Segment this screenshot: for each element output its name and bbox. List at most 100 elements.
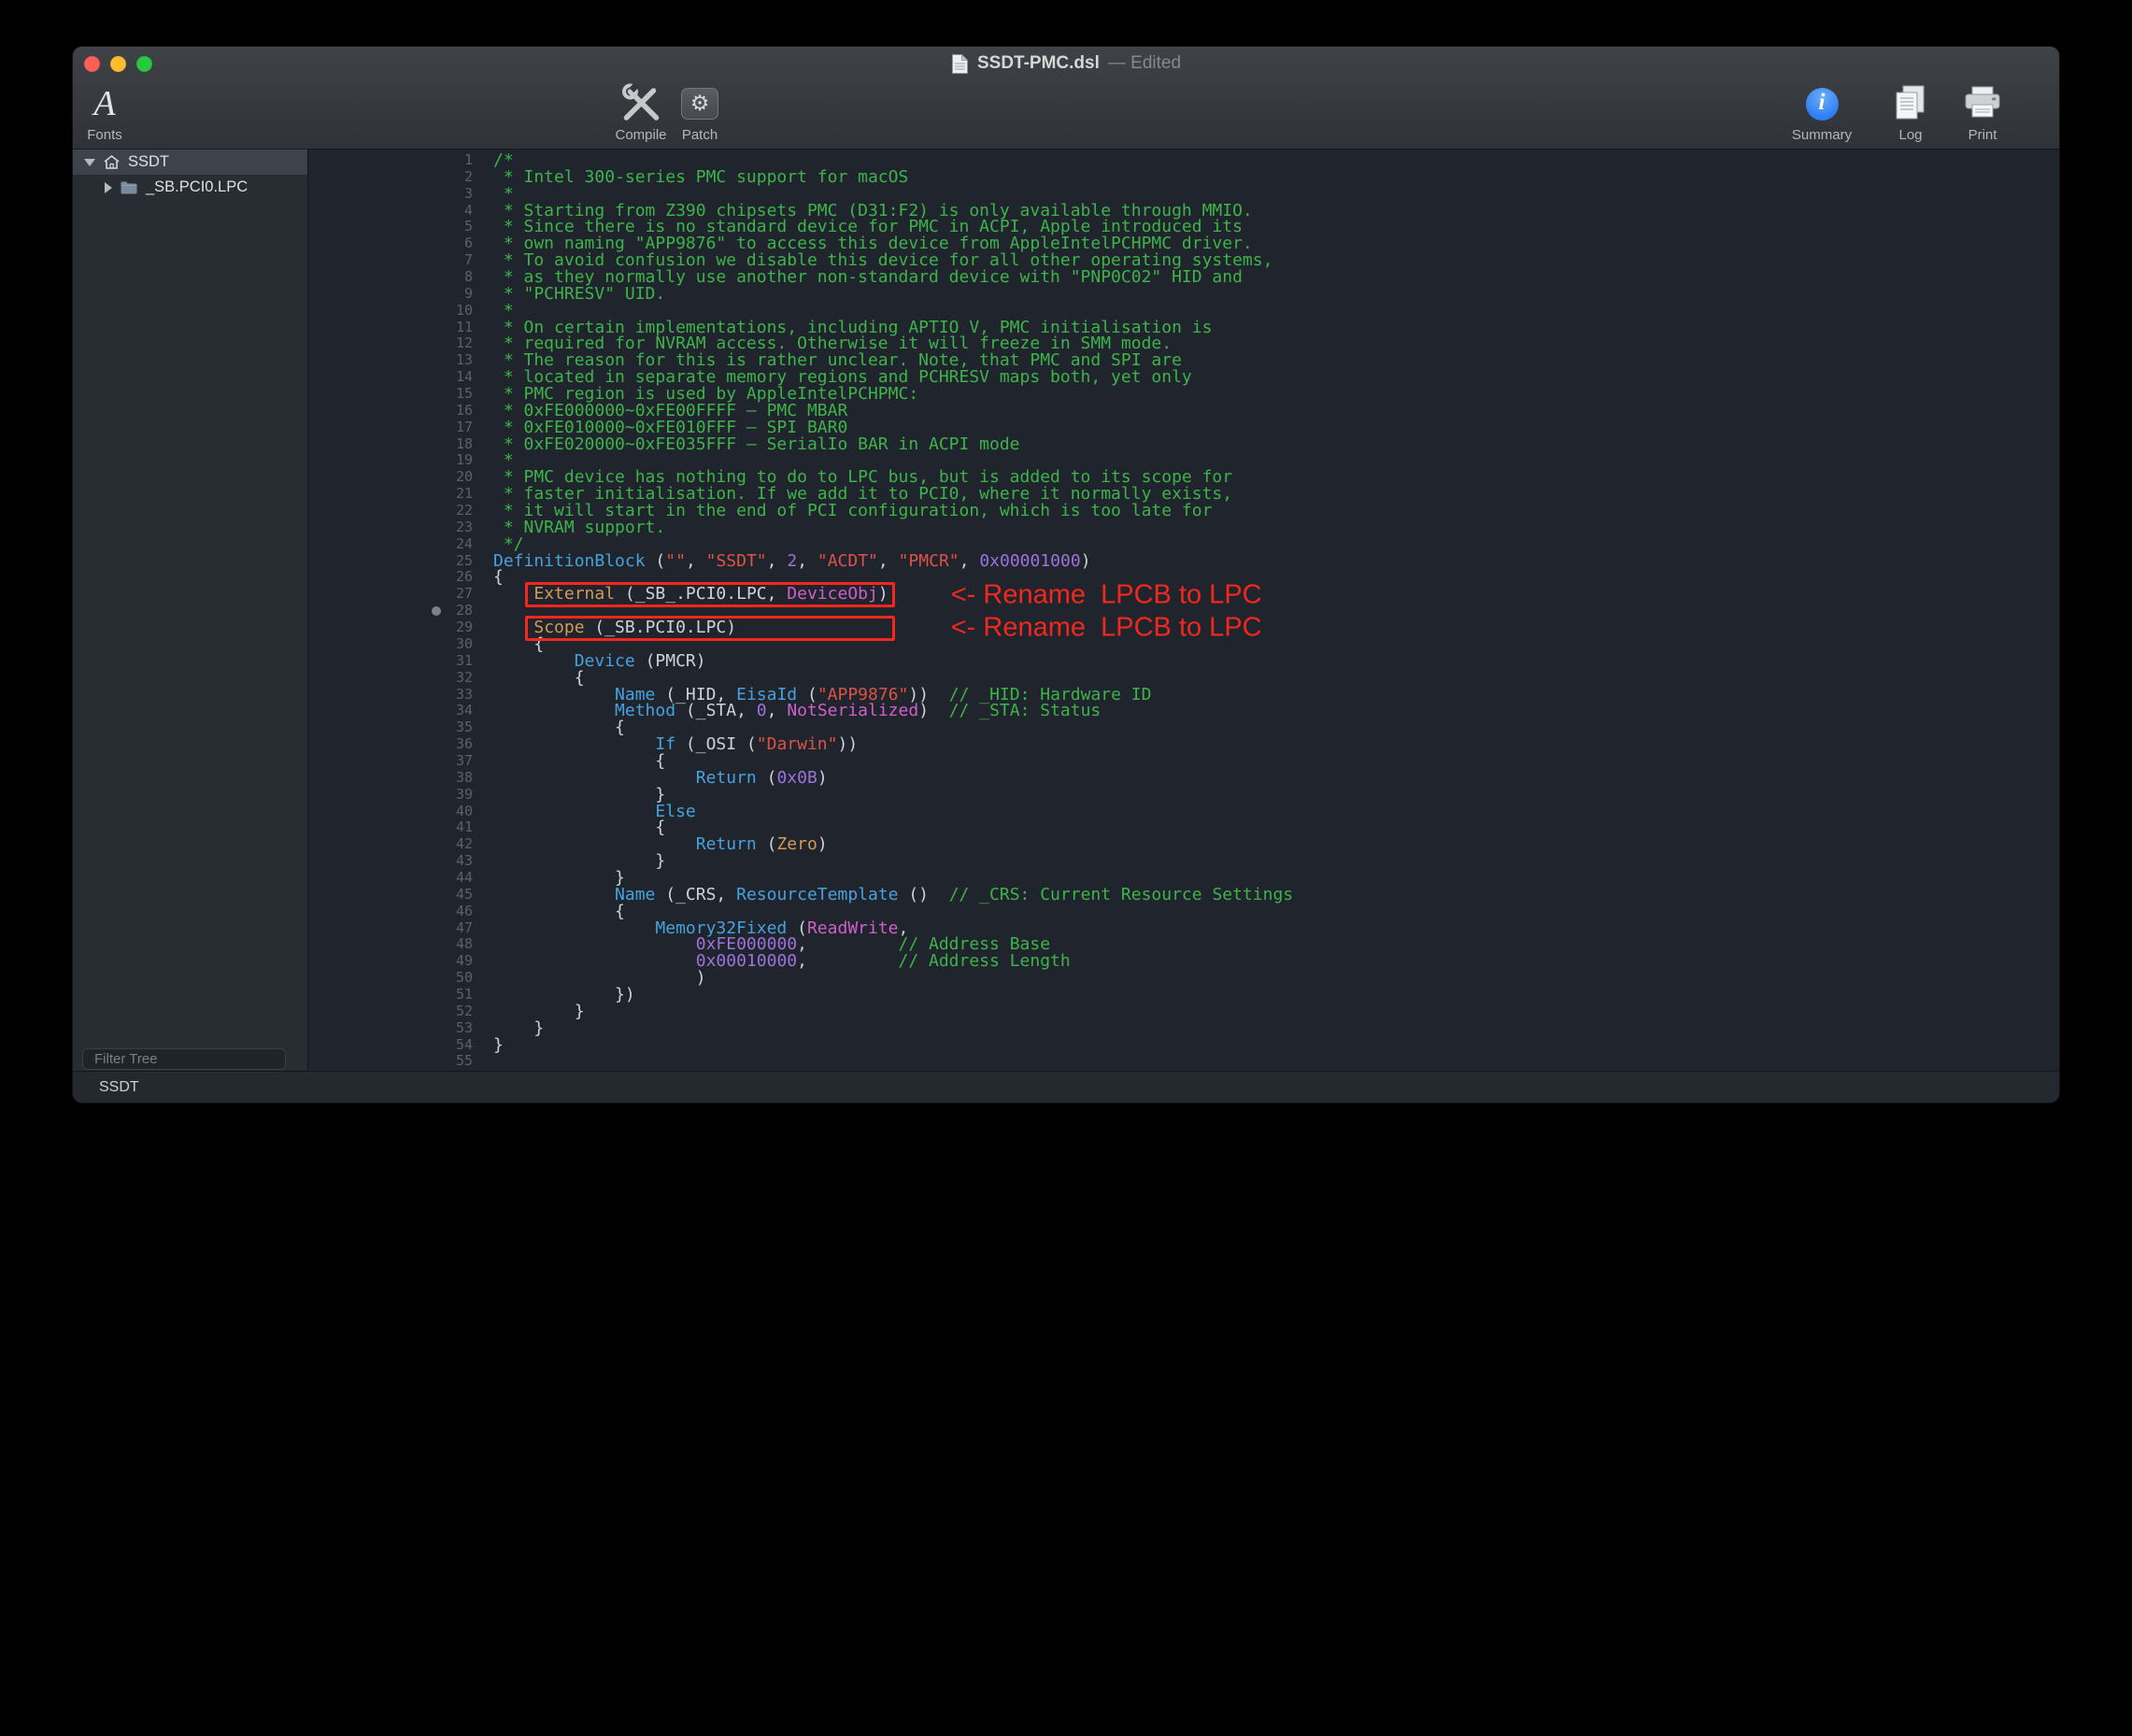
- line-number: 5: [308, 219, 473, 235]
- line-number: 34: [308, 703, 473, 719]
- line-number: 14: [308, 369, 473, 386]
- line-number: 8: [308, 269, 473, 286]
- print-label: Print: [1969, 127, 1997, 143]
- patch-label: Patch: [682, 127, 718, 143]
- sidebar: SSDT _SB.PCI0.LPC: [73, 149, 308, 1071]
- log-label: Log: [1898, 127, 1922, 143]
- line-number: 21: [308, 486, 473, 503]
- filter-tree-input[interactable]: [94, 1051, 280, 1067]
- sidebar-item-ssdt[interactable]: SSDT: [73, 149, 307, 175]
- line-number: 40: [308, 804, 473, 820]
- line-number: 39: [308, 787, 473, 804]
- line-number: 52: [308, 1003, 473, 1020]
- line-number: 43: [308, 853, 473, 870]
- code-line[interactable]: * "PCHRESV" UID.: [493, 286, 1293, 303]
- code-line[interactable]: }: [493, 1020, 1293, 1037]
- code-line[interactable]: External (_SB_.PCI0.LPC, DeviceObj): [493, 586, 1293, 603]
- code-line[interactable]: }): [493, 987, 1293, 1003]
- fonts-label: Fonts: [87, 127, 122, 143]
- line-number: 12: [308, 335, 473, 352]
- window-header: SSDT-PMC.dsl — Edited A Fonts Compile: [73, 47, 2059, 149]
- log-button[interactable]: Log: [1892, 82, 1929, 143]
- line-number: 51: [308, 987, 473, 1003]
- line-number: 54: [308, 1037, 473, 1054]
- code-editor[interactable]: 1234567891011121314151617181920212223242…: [308, 149, 2059, 1071]
- close-button[interactable]: [84, 56, 100, 72]
- compile-label: Compile: [615, 127, 666, 143]
- window-title-edited-badge: — Edited: [1108, 53, 1181, 74]
- code-line[interactable]: * 0xFE020000~0xFE035FFF – SerialIo BAR i…: [493, 436, 1293, 453]
- code-line[interactable]: Device (PMCR): [493, 653, 1293, 670]
- line-number: 33: [308, 687, 473, 704]
- patch-button[interactable]: ⚙ Patch: [681, 82, 718, 143]
- home-icon: [103, 154, 121, 170]
- status-text: SSDT: [99, 1079, 139, 1096]
- line-number: 17: [308, 420, 473, 436]
- line-number: 7: [308, 252, 473, 269]
- info-icon: i: [1806, 88, 1839, 121]
- code-line[interactable]: * Intel 300-series PMC support for macOS: [493, 169, 1293, 186]
- code-content[interactable]: /* * Intel 300-series PMC support for ma…: [493, 152, 1293, 1070]
- line-number: 50: [308, 970, 473, 987]
- patch-gear-icon: ⚙: [681, 88, 718, 120]
- line-number-gutter: 1234567891011121314151617181920212223242…: [308, 152, 473, 1070]
- line-number: 45: [308, 887, 473, 904]
- line-number: 29: [308, 619, 473, 636]
- compile-tools-icon: [618, 83, 663, 124]
- summary-label: Summary: [1792, 127, 1852, 143]
- line-number: 30: [308, 636, 473, 653]
- line-number: 48: [308, 936, 473, 953]
- zoom-button[interactable]: [136, 56, 152, 72]
- document-icon: [951, 53, 969, 75]
- minimize-button[interactable]: [110, 56, 126, 72]
- code-line[interactable]: Scope (_SB.PCI0.LPC): [493, 619, 1293, 636]
- line-number: 47: [308, 920, 473, 937]
- code-line[interactable]: DefinitionBlock ("", "SSDT", 2, "ACDT", …: [493, 553, 1293, 570]
- disclosure-down-icon[interactable]: [84, 159, 95, 166]
- line-number: 4: [308, 203, 473, 220]
- line-number: 38: [308, 770, 473, 787]
- line-number: 10: [308, 303, 473, 320]
- log-pages-icon: [1892, 84, 1929, 123]
- line-number: 53: [308, 1020, 473, 1037]
- sidebar-item-label: SSDT: [128, 153, 169, 171]
- status-bar: SSDT: [73, 1071, 2059, 1103]
- line-number: 46: [308, 904, 473, 920]
- code-line[interactable]: }: [493, 1003, 1293, 1020]
- line-number: 22: [308, 503, 473, 519]
- maciasl-window: SSDT-PMC.dsl — Edited A Fonts Compile: [73, 47, 2059, 1103]
- line-number: 2: [308, 169, 473, 186]
- line-number: 27: [308, 586, 473, 603]
- line-number: 32: [308, 670, 473, 687]
- line-number: 18: [308, 436, 473, 453]
- line-number: 35: [308, 719, 473, 736]
- titlebar: SSDT-PMC.dsl — Edited: [73, 47, 2059, 80]
- window-controls: [84, 56, 152, 72]
- line-number: 42: [308, 836, 473, 853]
- code-line[interactable]: }: [493, 1037, 1293, 1054]
- line-number: 49: [308, 953, 473, 970]
- code-line[interactable]: * NVRAM support.: [493, 519, 1293, 536]
- line-number: 1: [308, 152, 473, 169]
- code-line[interactable]: [493, 1053, 1293, 1070]
- line-number: 9: [308, 286, 473, 303]
- summary-button[interactable]: i Summary: [1792, 82, 1852, 143]
- line-number: 28: [308, 603, 473, 619]
- line-number: 44: [308, 870, 473, 887]
- line-number: 15: [308, 386, 473, 403]
- fonts-icon: A: [93, 85, 115, 122]
- line-number: 16: [308, 403, 473, 420]
- line-number: 11: [308, 320, 473, 336]
- line-number: 55: [308, 1053, 473, 1070]
- line-number: 19: [308, 452, 473, 469]
- filter-tree-field: [82, 1048, 286, 1070]
- line-number: 20: [308, 469, 473, 486]
- fonts-button[interactable]: A Fonts: [87, 82, 122, 143]
- disclosure-right-icon[interactable]: [105, 182, 112, 193]
- print-button[interactable]: Print: [1962, 82, 2003, 143]
- sidebar-item-sb-pci0-lpc[interactable]: _SB.PCI0.LPC: [73, 175, 307, 200]
- compile-button[interactable]: Compile: [615, 82, 666, 143]
- line-number: 31: [308, 653, 473, 670]
- line-number: 37: [308, 753, 473, 770]
- line-number: 13: [308, 352, 473, 369]
